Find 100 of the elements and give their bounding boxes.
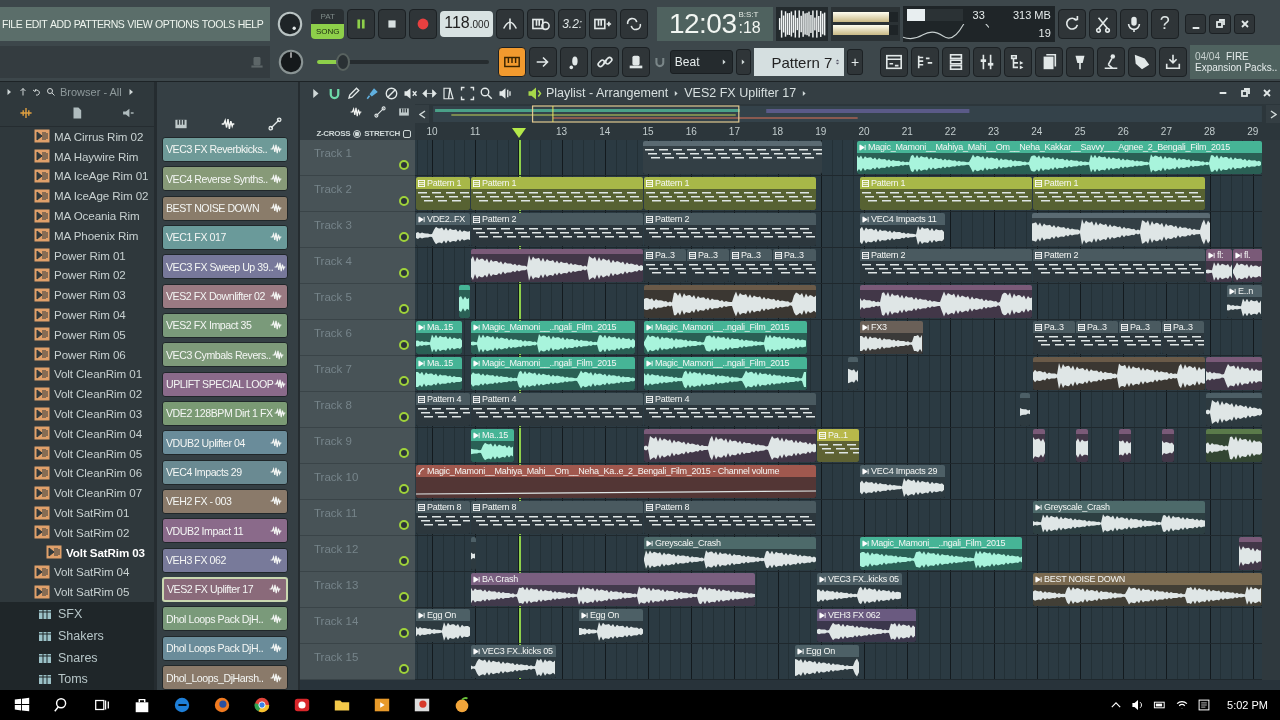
- pattern-title[interactable]: VES2 FX Uplifter 17: [684, 86, 797, 100]
- audio-clip[interactable]: fl.: [1233, 249, 1262, 282]
- audio-clip[interactable]: Egg On: [795, 645, 859, 678]
- channel-button[interactable]: Dhol_Loops_DjHarsh..: [162, 665, 288, 690]
- audio-clip[interactable]: VEH3 FX 062: [817, 609, 916, 642]
- menu-item[interactable]: HELP: [237, 17, 264, 30]
- channel-button[interactable]: VDUB2 Impact 11: [162, 518, 288, 544]
- channel-button[interactable]: BEST NOISE DOWN: [162, 195, 288, 221]
- browser-item[interactable]: Power Rim 02: [34, 265, 154, 285]
- audio-clip[interactable]: VEC4 Impacts 11: [860, 213, 945, 246]
- news-panel[interactable]: 04/04 FIRE Expansion Packs..: [1189, 45, 1280, 80]
- audio-clip[interactable]: Egg On: [579, 609, 643, 642]
- browser-item[interactable]: Volt CleanRim 05: [34, 443, 154, 464]
- audio-clip[interactable]: Greyscale_Crash: [644, 537, 816, 570]
- pattern-clip[interactable]: Pattern 8: [644, 501, 816, 534]
- clip-label: Pa..3: [741, 250, 761, 260]
- step-button[interactable]: 3.2:: [558, 8, 587, 39]
- browser-item[interactable]: Volt CleanRim 06: [34, 463, 154, 483]
- add-pattern-button[interactable]: +: [847, 49, 863, 76]
- browser-item[interactable]: Power Rim 01: [34, 245, 154, 266]
- browser-item[interactable]: Volt SatRim 03: [34, 542, 154, 563]
- audio-clip[interactable]: FX3: [860, 321, 923, 354]
- channel-button[interactable]: VEC4 Impacts 29: [162, 459, 288, 485]
- pattern-clip[interactable]: Pa..3: [1162, 321, 1204, 354]
- pattern-clip[interactable]: Pattern 2: [644, 213, 816, 246]
- browser-item[interactable]: Power Rim 04: [34, 304, 154, 325]
- channel-button[interactable]: UPLIFT SPECIAL LOOP: [162, 371, 288, 397]
- browser-item[interactable]: Power Rim 06: [34, 344, 154, 365]
- menu-item[interactable]: PATTERNS: [73, 17, 125, 30]
- pattern-clip[interactable]: Pattern 2: [471, 213, 643, 246]
- browser-item[interactable]: Volt SatRim 01: [34, 502, 154, 523]
- channel-button[interactable]: VEH2 FX - 003: [162, 488, 288, 514]
- audio-clip[interactable]: fl:: [1206, 249, 1232, 282]
- clock-time[interactable]: 5:02 PM: [1227, 699, 1268, 711]
- audio-clip[interactable]: E..n: [1227, 285, 1262, 318]
- audio-clip[interactable]: VEC3 FX..kicks 05: [471, 645, 556, 678]
- automation-clip[interactable]: Magic_Mamoni__Mahiya_Mahi__Om__Neha_Ka..e_2_Bengali_Film_2015 - Channel volume: [416, 465, 816, 498]
- browser-item[interactable]: Volt SatRim 02: [34, 522, 154, 543]
- pattern-clip[interactable]: Pa..3: [644, 249, 686, 282]
- clip-label: BA Crash: [482, 574, 519, 584]
- clip-label: Magic_Mamoni__Mahiya_Mahi__Om__Neha_Ka..e_2_Bengali_Film_2015 - Channel volume: [427, 466, 780, 476]
- audio-clip[interactable]: VEC4 Impacts 29: [860, 465, 945, 498]
- audio-clip[interactable]: VDE2..FX: [416, 213, 470, 246]
- audio-clip[interactable]: Greyscale_Crash: [1033, 501, 1205, 534]
- snap-dropdown[interactable]: Beat: [669, 50, 733, 75]
- mode-toggle[interactable]: SONG: [311, 23, 345, 39]
- folder-item[interactable]: Toms: [38, 668, 154, 690]
- pattern-clip[interactable]: Pattern 8: [416, 501, 470, 534]
- menu-item[interactable]: VIEW: [127, 17, 153, 30]
- browser-item[interactable]: Power Rim 03: [34, 284, 154, 305]
- channel-button[interactable]: Dhol Loops Pack DjH..: [162, 635, 288, 661]
- browser-item[interactable]: Volt CleanRim 01: [34, 364, 154, 384]
- pattern-clip[interactable]: Pattern 4: [644, 393, 816, 426]
- mode-toggle[interactable]: PAT: [311, 8, 345, 24]
- channel-button[interactable]: VEH3 FX 062: [162, 547, 288, 573]
- browser-item[interactable]: Volt SatRim 05: [34, 581, 154, 602]
- browser-item[interactable]: Volt CleanRim 04: [34, 423, 154, 444]
- browser-item[interactable]: Volt CleanRim 07: [34, 482, 154, 503]
- browser-item[interactable]: MA Haywire Rim: [34, 146, 154, 167]
- pattern-clip[interactable]: Pa..3: [1033, 321, 1075, 354]
- channel-button[interactable]: VES2 FX Downlifter 02: [162, 283, 288, 309]
- browser-item[interactable]: Power Rim 05: [34, 324, 154, 345]
- audio-clip[interactable]: BEST NOISE DOWN: [1033, 573, 1262, 606]
- browser-item[interactable]: MA Cirrus Rim 02: [34, 126, 154, 147]
- pattern-clip[interactable]: Pa..3: [773, 249, 816, 282]
- bar-number: 28: [1204, 126, 1216, 137]
- browser-item[interactable]: MA Phoenix Rim: [34, 225, 154, 246]
- browser-item[interactable]: MA IceAge Rim 01: [34, 166, 154, 186]
- folder-item[interactable]: Snares: [38, 646, 154, 669]
- menu-item[interactable]: TOOLS: [201, 17, 235, 30]
- browser-item[interactable]: Volt SatRim 04: [34, 562, 154, 582]
- menu-item[interactable]: OPTIONS: [155, 17, 199, 30]
- menu-item[interactable]: EDIT: [25, 17, 48, 30]
- folder-item[interactable]: SFX: [38, 603, 154, 626]
- tempo-field[interactable]: 118.000: [440, 10, 494, 37]
- browser-item[interactable]: Volt CleanRim 03: [34, 403, 154, 424]
- browser-item[interactable]: Volt CleanRim 02: [34, 383, 154, 404]
- audio-clip[interactable]: VEC3 FX..kicks 05: [817, 573, 902, 606]
- audio-clip[interactable]: Egg On: [416, 609, 470, 642]
- browser-item[interactable]: MA IceAge Rim 02: [34, 185, 154, 206]
- menu-item[interactable]: FILE: [2, 17, 23, 30]
- pattern-selector[interactable]: Pattern 7: [754, 48, 845, 77]
- pattern-clip[interactable]: Pa..3: [1076, 321, 1118, 354]
- pattern-clip[interactable]: Pattern 8: [471, 501, 643, 534]
- clip-label: Ma..15: [427, 322, 453, 332]
- pattern-clip[interactable]: Pattern 4: [471, 393, 643, 426]
- channel-button[interactable]: VDUB2 Uplifter 04: [162, 430, 288, 456]
- help-button[interactable]: ?: [1150, 8, 1179, 39]
- pattern-clip[interactable]: Pa..3: [730, 249, 772, 282]
- pattern-clip[interactable]: Pa..3: [1119, 321, 1161, 354]
- channel-button[interactable]: VES2 FX Uplifter 17: [162, 576, 288, 602]
- channel-button[interactable]: VEC3 FX Sweep Up 39..: [162, 254, 288, 280]
- pattern-clip[interactable]: Pa..3: [687, 249, 729, 282]
- folder-item[interactable]: Shakers: [38, 625, 154, 647]
- audio-clip[interactable]: BA Crash: [471, 573, 755, 606]
- menu-item[interactable]: ADD: [50, 17, 71, 30]
- pattern-clip[interactable]: Pattern 4: [416, 393, 470, 426]
- browser-item[interactable]: MA Oceania Rim: [34, 205, 154, 226]
- pattern-clip[interactable]: Pattern 2: [860, 249, 1032, 282]
- pattern-clip[interactable]: Pattern 2: [1033, 249, 1205, 282]
